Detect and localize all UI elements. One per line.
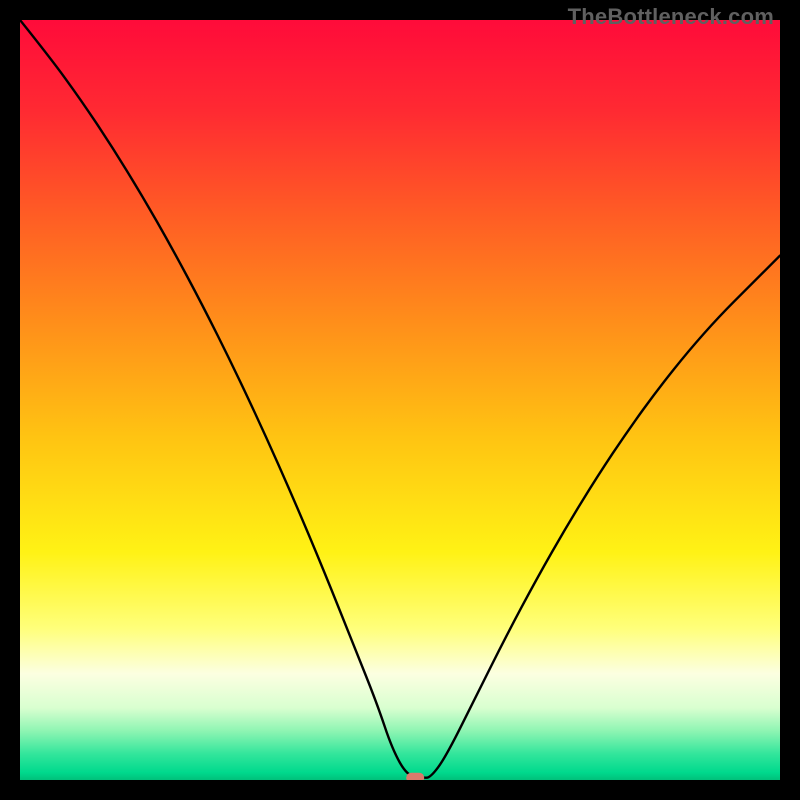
chart-frame: TheBottleneck.com xyxy=(0,0,800,800)
chart-background xyxy=(20,20,780,780)
bottleneck-marker xyxy=(406,773,424,780)
bottleneck-chart xyxy=(20,20,780,780)
watermark-text: TheBottleneck.com xyxy=(568,4,774,30)
